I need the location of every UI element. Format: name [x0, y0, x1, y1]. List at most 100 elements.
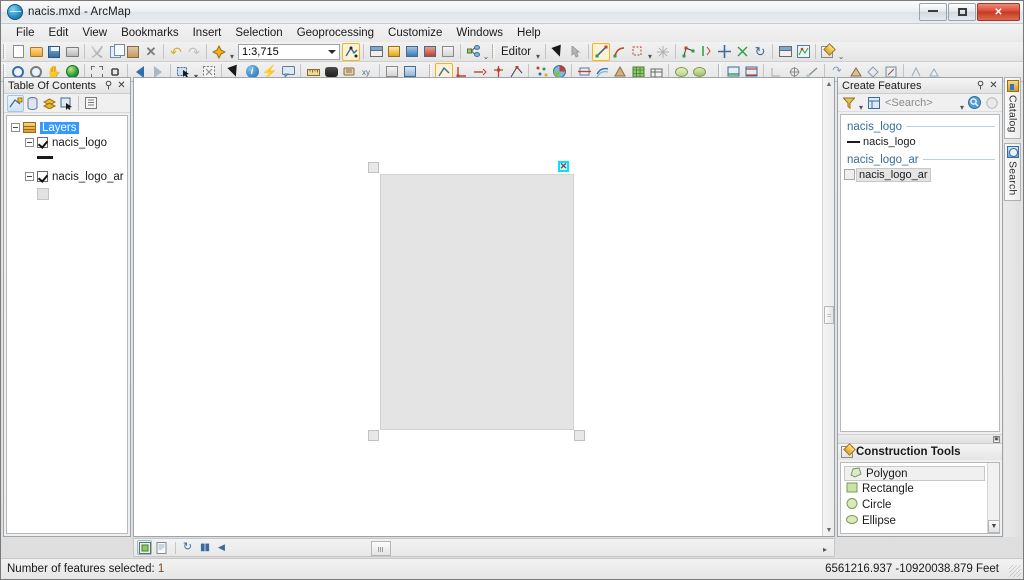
editor-menu-button[interactable]: Editor — [498, 46, 534, 58]
python-window-button[interactable] — [439, 43, 457, 61]
list-by-source-button[interactable] — [24, 95, 41, 112]
clear-search-icon[interactable] — [983, 94, 1000, 111]
toolbar-overflow-icon[interactable]: ⌄ — [482, 43, 490, 61]
editor-toolbar-grip[interactable] — [492, 44, 495, 59]
layout-view-button[interactable] — [154, 540, 169, 555]
scroll-up-icon[interactable]: ▲ — [823, 78, 835, 90]
edit-vertices-tool[interactable] — [679, 43, 697, 61]
search-dropdown-icon[interactable]: ▾ — [958, 94, 966, 112]
menu-windows[interactable]: Windows — [449, 25, 510, 41]
rotate-tool[interactable]: ↻ — [751, 43, 769, 61]
construction-tool-circle[interactable]: Circle — [841, 497, 999, 513]
search-window-button[interactable] — [403, 43, 421, 61]
editor-toolbar-overflow-icon[interactable]: ⌄ — [837, 43, 845, 61]
filter-icon[interactable] — [840, 94, 857, 111]
toc-layer-nacis-logo-ar[interactable]: nacis_logo_ar — [11, 169, 127, 184]
menu-selection[interactable]: Selection — [228, 25, 289, 41]
expander-icon[interactable] — [25, 138, 34, 147]
point-tool[interactable] — [654, 43, 672, 61]
continuous-refresh-button[interactable]: ◀ — [214, 540, 229, 555]
search-icon[interactable] — [966, 94, 983, 111]
toc-close-icon[interactable]: ✕ — [115, 79, 128, 92]
chevron-down-icon[interactable] — [328, 49, 336, 54]
new-map-button[interactable] — [9, 43, 27, 61]
cut-button[interactable] — [88, 43, 106, 61]
attributes-button[interactable] — [776, 43, 794, 61]
editor-menu-chevron-icon[interactable]: ▾ — [534, 43, 542, 61]
map-horizontal-scroll-right-icon[interactable]: ▸ — [819, 542, 831, 556]
search-input[interactable]: <Search> — [882, 95, 958, 110]
layer-visibility-checkbox[interactable] — [37, 171, 48, 182]
splitter-handle-icon[interactable]: ▣ — [993, 435, 1000, 443]
expander-icon[interactable] — [25, 172, 34, 181]
map-canvas[interactable]: ✕ — [134, 78, 822, 536]
edit-annotation-tool[interactable] — [567, 43, 585, 61]
toc-layer-nacis-logo[interactable]: nacis_logo — [11, 135, 127, 150]
table-of-contents-button[interactable] — [367, 43, 385, 61]
sketch-properties-button[interactable] — [794, 43, 812, 61]
split-tool[interactable] — [733, 43, 751, 61]
layer-visibility-checkbox[interactable] — [37, 137, 48, 148]
reshape-feature-tool[interactable] — [697, 43, 715, 61]
trace-tool[interactable] — [628, 43, 646, 61]
maximize-button[interactable] — [948, 3, 976, 21]
refresh-view-button[interactable]: ↻ — [180, 540, 195, 555]
selected-polygon-feature[interactable] — [380, 174, 574, 430]
filter-dropdown-icon[interactable]: ▾ — [857, 94, 865, 112]
construction-tool-rectangle[interactable]: Rectangle — [841, 481, 999, 497]
create-features-pin-icon[interactable]: ⚲ — [974, 79, 987, 92]
scroll-down-icon[interactable]: ▼ — [823, 524, 835, 536]
construction-tools-list[interactable]: Polygon Rectangle Circle Ellipse ▼ — [840, 462, 1000, 534]
toc-root-layers[interactable]: Layers — [11, 120, 127, 135]
menu-insert[interactable]: Insert — [186, 25, 229, 41]
construction-tools-scrollbar[interactable]: ▼ — [987, 463, 999, 533]
map-horizontal-scroll-thumb[interactable] — [371, 541, 391, 556]
construction-tool-ellipse[interactable]: Ellipse — [841, 513, 999, 529]
toolbar-grip[interactable] — [3, 44, 6, 59]
dock-tab-catalog[interactable]: Catalog — [1004, 77, 1021, 139]
vertex-handle-top-right-selected[interactable]: ✕ — [558, 161, 569, 172]
trace-dropdown-icon[interactable]: ▾ — [646, 43, 654, 61]
map-scale-combo[interactable]: 1:3,715 — [238, 43, 340, 60]
menu-geoprocessing[interactable]: Geoprocessing — [290, 25, 381, 41]
toc-tree[interactable]: Layers nacis_logo nacis_logo_ar — [6, 115, 128, 534]
window-resize-grip[interactable] — [1009, 565, 1021, 577]
create-features-button[interactable] — [819, 43, 837, 61]
redo-button[interactable]: ↷ — [185, 43, 203, 61]
open-button[interactable] — [27, 43, 45, 61]
options-button[interactable] — [82, 95, 99, 112]
paste-button[interactable] — [124, 43, 142, 61]
arctoolbox-button[interactable] — [421, 43, 439, 61]
create-features-close-icon[interactable]: ✕ — [987, 79, 1000, 92]
edit-tool[interactable] — [549, 43, 567, 61]
list-by-visibility-button[interactable] — [41, 95, 58, 112]
straight-segment-tool[interactable] — [592, 42, 611, 61]
close-button[interactable]: ✕ — [977, 3, 1020, 21]
minimize-button[interactable] — [919, 3, 947, 21]
organize-templates-icon[interactable] — [865, 94, 882, 111]
map-view[interactable]: ✕ ▲ ▼ — [133, 77, 835, 537]
panel-splitter[interactable]: ▣ — [838, 434, 1002, 443]
add-data-button[interactable] — [210, 43, 228, 61]
menu-bookmarks[interactable]: Bookmarks — [114, 25, 186, 41]
vertex-handle-top-left[interactable] — [368, 162, 379, 173]
add-data-dropdown-icon[interactable]: ▾ — [228, 43, 236, 61]
map-vertical-scrollbar[interactable]: ▲ ▼ — [822, 78, 834, 536]
dock-tab-search[interactable]: Search — [1004, 142, 1021, 202]
copy-button[interactable] — [106, 43, 125, 61]
feature-template-nacis-logo-ar[interactable]: nacis_logo_ar — [841, 167, 999, 182]
save-button[interactable] — [45, 43, 63, 61]
expander-icon[interactable] — [11, 123, 20, 132]
construction-tool-polygon[interactable]: Polygon — [844, 466, 985, 481]
menu-file[interactable]: File — [9, 25, 42, 41]
vertical-scroll-thumb[interactable] — [824, 306, 834, 324]
feature-templates-list[interactable]: nacis_logo nacis_logo nacis_logo_ar naci… — [840, 114, 1000, 432]
list-by-selection-button[interactable] — [58, 95, 75, 112]
undo-button[interactable]: ↶ — [167, 43, 185, 61]
catalog-window-button[interactable] — [385, 43, 403, 61]
pause-drawing-button[interactable]: ▮▮ — [197, 540, 212, 555]
toc-pin-icon[interactable]: ⚲ — [102, 79, 115, 92]
menu-help[interactable]: Help — [510, 25, 548, 41]
feature-template-nacis-logo[interactable]: nacis_logo — [841, 134, 999, 149]
print-button[interactable] — [63, 43, 81, 61]
